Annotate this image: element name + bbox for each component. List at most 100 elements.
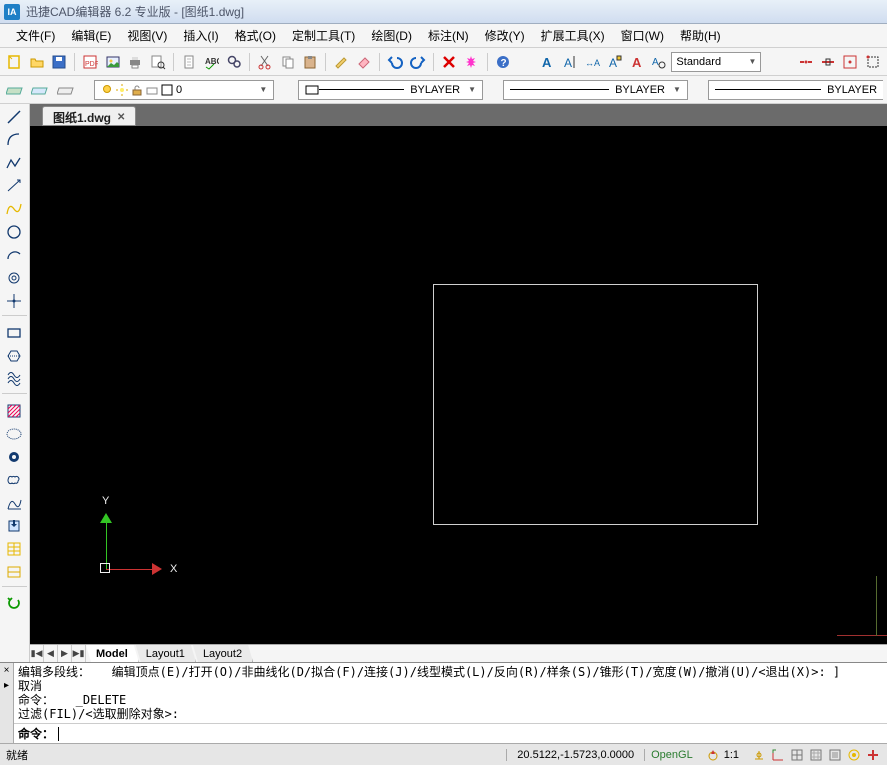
- window-title: 迅捷CAD编辑器 6.2 专业版 - [图纸1.dwg]: [26, 3, 244, 20]
- status-target-icon[interactable]: [846, 747, 862, 763]
- wipeout-tool-icon[interactable]: [2, 492, 26, 514]
- status-ucs-icon[interactable]: [770, 747, 786, 763]
- status-grid-icon[interactable]: [789, 747, 805, 763]
- title-bar: IA 迅捷CAD编辑器 6.2 专业版 - [图纸1.dwg]: [0, 0, 887, 24]
- document-tab[interactable]: 图纸1.dwg ✕: [42, 106, 136, 126]
- layer-dropdown[interactable]: 0 ▼: [94, 80, 274, 100]
- menu-file[interactable]: 文件(F): [8, 23, 63, 48]
- select-rect-icon[interactable]: [863, 51, 883, 73]
- menu-format[interactable]: 格式(O): [227, 23, 284, 48]
- status-compass-icon[interactable]: [705, 747, 721, 763]
- pdf-export-icon[interactable]: PDF: [80, 51, 100, 73]
- spline-tool-icon[interactable]: [2, 198, 26, 220]
- hatch-tool-icon[interactable]: [2, 368, 26, 390]
- hatch-pattern-icon[interactable]: [2, 400, 26, 422]
- arc-tool-icon[interactable]: [2, 129, 26, 151]
- text-tool-icon[interactable]: [2, 561, 26, 583]
- print-preview-icon[interactable]: [147, 51, 167, 73]
- tab-model[interactable]: Model: [86, 645, 139, 662]
- menu-draw[interactable]: 绘图(D): [363, 23, 420, 48]
- drawn-rectangle: [433, 284, 758, 525]
- revcloud-tool-icon[interactable]: [2, 469, 26, 491]
- tab-layout2[interactable]: Layout2: [193, 645, 253, 662]
- tab-nav-prev-icon[interactable]: ◀: [44, 645, 58, 662]
- close-icon[interactable]: ✕: [117, 112, 125, 123]
- cut-icon[interactable]: [255, 51, 275, 73]
- status-plus-icon[interactable]: [865, 747, 881, 763]
- tab-nav-first-icon[interactable]: ▮◀: [30, 645, 44, 662]
- refresh-icon[interactable]: [2, 593, 26, 615]
- menu-edit[interactable]: 编辑(E): [63, 23, 119, 48]
- spellcheck-icon[interactable]: ABC: [201, 51, 221, 73]
- menu-view[interactable]: 视图(V): [119, 23, 175, 48]
- page-setup-icon[interactable]: [179, 51, 199, 73]
- undo-icon[interactable]: [385, 51, 405, 73]
- text-height-icon[interactable]: A: [559, 51, 579, 73]
- corner-marker: [837, 576, 887, 636]
- menu-modify[interactable]: 修改(Y): [477, 23, 533, 48]
- arc-3pt-icon[interactable]: [2, 244, 26, 266]
- copy-icon[interactable]: [277, 51, 297, 73]
- layer-state-3-icon[interactable]: [55, 79, 76, 101]
- text-a-icon[interactable]: A: [627, 51, 647, 73]
- linetype-dropdown-2[interactable]: BYLAYER ▼: [503, 80, 688, 100]
- status-snap-icon[interactable]: [751, 747, 767, 763]
- dimension-style-mgr-icon[interactable]: A: [604, 51, 624, 73]
- eraser-icon[interactable]: [354, 51, 374, 73]
- line-tool-icon[interactable]: [2, 106, 26, 128]
- table-tool-icon[interactable]: [2, 538, 26, 560]
- tab-nav-next-icon[interactable]: ▶: [58, 645, 72, 662]
- new-file-icon[interactable]: [4, 51, 24, 73]
- command-input[interactable]: 命令：: [14, 723, 887, 743]
- help-icon[interactable]: ?: [492, 51, 512, 73]
- command-line-panel: ×▸ 编辑多段线： 编辑顶点(E)/打开(O)/非曲线化(D/拟合(F)/连接(…: [0, 662, 887, 743]
- tab-nav-last-icon[interactable]: ▶▮: [72, 645, 86, 662]
- node-icon[interactable]: [840, 51, 860, 73]
- menu-window[interactable]: 窗口(W): [613, 23, 672, 48]
- status-grid2-icon[interactable]: [808, 747, 824, 763]
- break-point-icon[interactable]: [818, 51, 838, 73]
- command-panel-close-icon[interactable]: ×▸: [0, 663, 14, 743]
- menu-extend[interactable]: 扩展工具(X): [533, 23, 613, 48]
- ellipse-tool-icon[interactable]: [2, 175, 26, 197]
- save-icon[interactable]: [49, 51, 69, 73]
- menu-insert[interactable]: 插入(I): [175, 23, 226, 48]
- menu-bar: 文件(F) 编辑(E) 视图(V) 插入(I) 格式(O) 定制工具(T) 绘图…: [0, 24, 887, 48]
- boundary-tool-icon[interactable]: [2, 446, 26, 468]
- insert-block-icon[interactable]: [2, 515, 26, 537]
- status-layout-icon[interactable]: [827, 747, 843, 763]
- layer-state-1-icon[interactable]: [4, 79, 25, 101]
- text-style-a-icon[interactable]: A: [537, 51, 557, 73]
- menu-help[interactable]: 帮助(H): [672, 23, 729, 48]
- color-linetype-dropdown-1[interactable]: BYLAYER ▼: [298, 80, 483, 100]
- lineweight-dropdown[interactable]: BYLAYER: [708, 80, 883, 100]
- paste-icon[interactable]: [300, 51, 320, 73]
- open-file-icon[interactable]: [26, 51, 46, 73]
- delete-icon[interactable]: [439, 51, 459, 73]
- layer-state-2-icon[interactable]: [29, 79, 50, 101]
- circle-tool-icon[interactable]: [2, 221, 26, 243]
- polygon-tool-icon[interactable]: [2, 345, 26, 367]
- status-scale: 1:1: [724, 749, 739, 761]
- tab-layout1[interactable]: Layout1: [136, 645, 196, 662]
- print-icon[interactable]: [125, 51, 145, 73]
- polyline-tool-icon[interactable]: [2, 152, 26, 174]
- break-icon[interactable]: [795, 51, 815, 73]
- layer-name: 0: [176, 84, 182, 96]
- dimension-style-icon[interactable]: ↔A: [582, 51, 602, 73]
- find-icon[interactable]: [224, 51, 244, 73]
- match-properties-icon[interactable]: [331, 51, 351, 73]
- image-export-icon[interactable]: [103, 51, 123, 73]
- menu-annotate[interactable]: 标注(N): [420, 23, 477, 48]
- text-find-icon[interactable]: A: [649, 51, 669, 73]
- menu-custom[interactable]: 定制工具(T): [284, 23, 363, 48]
- drawing-canvas[interactable]: Y X: [30, 126, 887, 644]
- explode-icon[interactable]: [461, 51, 481, 73]
- rectangle-tool-icon[interactable]: [2, 322, 26, 344]
- text-style-dropdown[interactable]: Standard ▼: [671, 52, 761, 72]
- region-tool-icon[interactable]: [2, 423, 26, 445]
- svg-text:?: ?: [500, 58, 506, 69]
- point-tool-icon[interactable]: [2, 290, 26, 312]
- donut-tool-icon[interactable]: [2, 267, 26, 289]
- redo-icon[interactable]: [407, 51, 427, 73]
